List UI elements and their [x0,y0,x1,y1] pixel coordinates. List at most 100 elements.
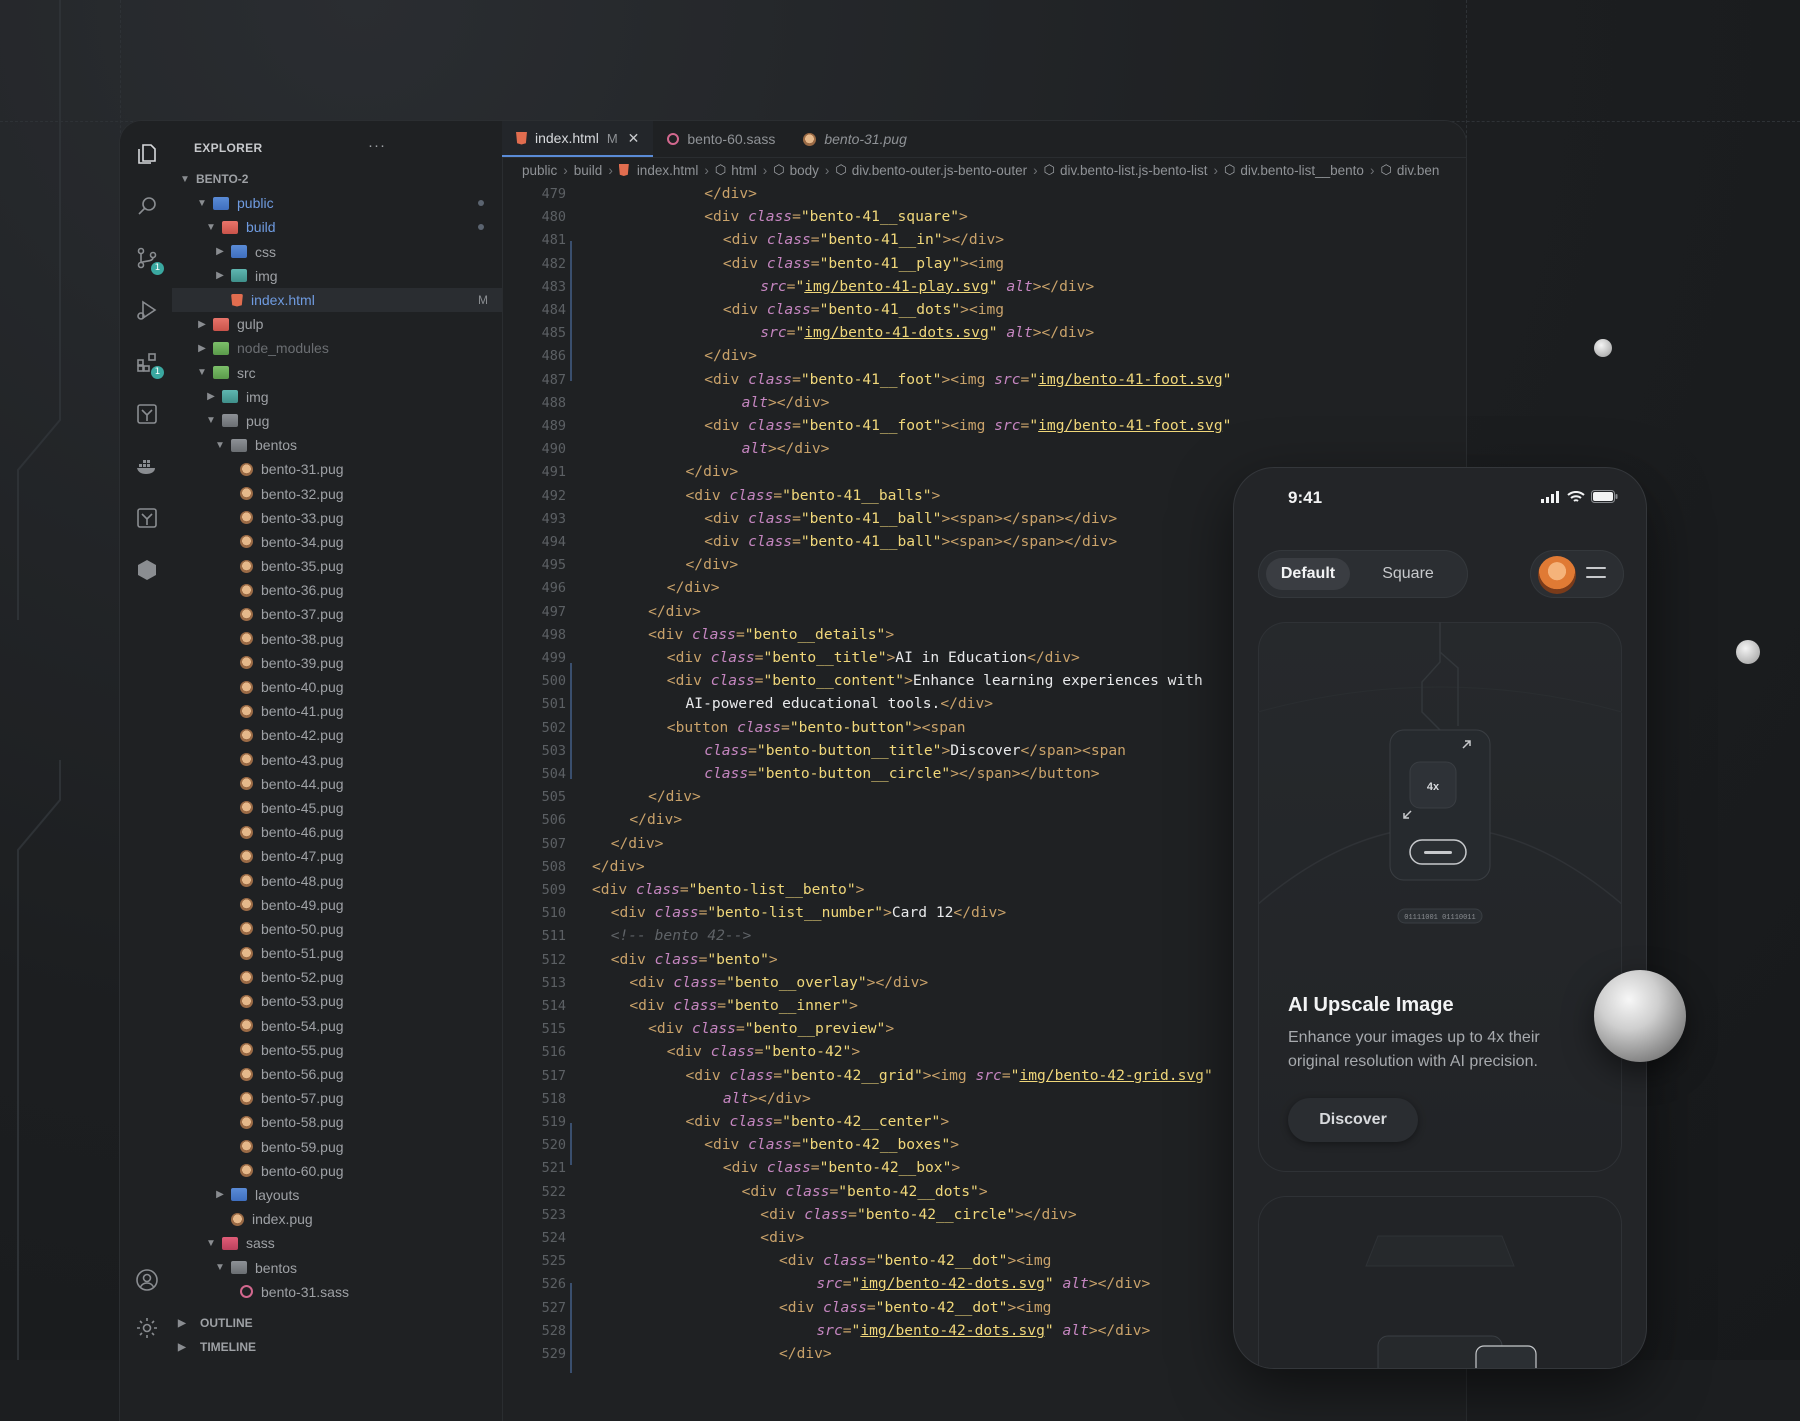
tree-file[interactable]: bento-35.pug [172,554,502,578]
tree-folder[interactable]: ▶ gulp [172,312,502,336]
tree-folder[interactable]: ▼ pug [172,409,502,433]
account-icon[interactable] [134,1267,160,1293]
breadcrumb-item[interactable]: html [731,163,757,178]
tree-item-label: public [237,195,274,212]
tree-file[interactable]: bento-48.pug [172,868,502,892]
breadcrumb-item[interactable]: body [790,163,819,178]
tree-file[interactable]: bento-37.pug [172,602,502,626]
tree-file[interactable]: bento-46.pug [172,820,502,844]
tree-folder[interactable]: ▼ build [172,215,502,239]
run-debug-icon[interactable] [134,297,160,323]
editor-tab[interactable]: bento-60.sass [653,121,789,157]
git-graph-icon[interactable] [134,401,160,427]
settings-gear-icon[interactable] [134,1315,160,1341]
card-description: Enhance your images up to 4x their origi… [1288,1029,1540,1070]
source-control-icon[interactable]: 1 [134,245,164,275]
avatar[interactable] [1538,556,1576,594]
tree-file[interactable]: bento-31.sass [172,1280,502,1304]
line-number: 481 [541,232,566,249]
tree-folder[interactable]: ▶ css [172,240,502,264]
tree-file[interactable]: bento-54.pug [172,1014,502,1038]
tree-folder[interactable]: ▼ public [172,191,502,215]
profile-menu[interactable] [1530,550,1624,598]
tree-folder[interactable]: ▶ img [172,385,502,409]
tree-file[interactable]: bento-33.pug [172,506,502,530]
code-token: = [866,1252,876,1270]
code-line: src="img/bento-42-dots.svg" alt></div> [816,1275,1150,1292]
tree-file[interactable]: bento-59.pug [172,1135,502,1159]
files-icon[interactable] [134,141,160,167]
tree-file[interactable]: bento-40.pug [172,675,502,699]
search-icon[interactable] [134,193,160,219]
pug-file-icon [240,874,253,888]
line-number: 514 [541,998,566,1014]
tree-file[interactable]: bento-42.pug [172,723,502,747]
tree-file[interactable]: bento-53.pug [172,989,502,1013]
tree-folder[interactable]: ▼ bentos [172,433,502,457]
breadcrumb-item[interactable]: div.bento-list__bento [1240,163,1364,178]
tree-folder[interactable]: ▼ bentos [172,1255,502,1279]
tree-file[interactable]: bento-36.pug [172,578,502,602]
timeline-section[interactable]: ▶ TIMELINE [172,1337,502,1357]
breadcrumb-item[interactable]: div.bento-list.js-bento-list [1060,163,1208,178]
close-icon[interactable]: ✕ [628,130,640,147]
tree-folder[interactable]: ▶ layouts [172,1183,502,1207]
code-token: class [729,1113,774,1130]
square-toggle-button[interactable]: Square [1362,558,1454,590]
tree-file[interactable]: bento-50.pug [172,917,502,941]
discover-button[interactable]: Discover [1288,1098,1418,1142]
tree-file[interactable]: bento-52.pug [172,965,502,989]
tree-file[interactable]: bento-44.pug [172,772,502,796]
tree-file[interactable]: bento-31.pug [172,457,502,481]
pug-file-icon [240,607,253,621]
code-token: Discover [950,741,1021,759]
code-token: src [760,324,787,342]
tree-file[interactable]: bento-38.pug [172,627,502,651]
tree-file[interactable]: bento-49.pug [172,893,502,917]
breadcrumb-item[interactable]: build [574,163,603,178]
tree-folder[interactable]: ▼ sass [172,1231,502,1255]
tree-folder[interactable]: ▶ img [172,264,502,288]
tree-file[interactable]: bento-41.pug [172,699,502,723]
tree-file[interactable]: bento-47.pug [172,844,502,868]
tree-file[interactable]: bento-45.pug [172,796,502,820]
tree-file[interactable]: index.html M [172,287,502,313]
breadcrumb-item[interactable]: public [522,163,557,178]
default-toggle-button[interactable]: Default [1266,558,1350,590]
tree-item-label: bento-44.pug [261,775,344,792]
line-number: 495 [541,557,566,574]
code-token: </div> [648,788,701,806]
code-line: <div class="bento__details"> [648,626,894,643]
code-token: ><span></span></div> [941,533,1118,550]
workspace-root[interactable]: ▼ BENTO-2 [172,167,502,191]
tree-file[interactable]: bento-56.pug [172,1062,502,1086]
more-actions-button[interactable]: ··· [368,137,386,154]
tree-file[interactable]: bento-60.pug [172,1159,502,1183]
tree-folder[interactable]: ▶ node_modules [172,336,502,360]
tree-file[interactable]: index.pug [172,1207,502,1231]
tree-folder[interactable]: ▼ src [172,361,502,385]
tree-file[interactable]: bento-55.pug [172,1038,502,1062]
tree-file[interactable]: bento-51.pug [172,941,502,965]
tree-file[interactable]: bento-32.pug [172,481,502,505]
code-line: src="img/bento-42-dots.svg" alt></div> [816,1322,1150,1339]
breadcrumb-item[interactable]: div.bento-outer.js-bento-outer [852,163,1027,178]
hexagon-icon[interactable] [134,557,160,583]
docker-icon[interactable] [134,453,160,479]
tree-file[interactable]: bento-39.pug [172,651,502,675]
breadcrumb-item[interactable]: div.ben [1397,163,1440,178]
tree-file[interactable]: bento-34.pug [172,530,502,554]
breadcrumb-item[interactable]: index.html [637,163,699,178]
scale-badge: 4x [1427,781,1440,793]
tree-file[interactable]: bento-43.pug [172,748,502,772]
menu-icon[interactable] [1586,567,1606,585]
remote-icon[interactable] [134,505,160,531]
folder-icon [231,1188,247,1202]
editor-tab[interactable]: index.html M ✕ [502,121,654,157]
tree-file[interactable]: bento-58.pug [172,1110,502,1134]
editor-tab[interactable]: bento-31.pug [789,121,921,157]
tree-file[interactable]: bento-57.pug [172,1086,502,1110]
outline-section[interactable]: ▶ OUTLINE [172,1313,502,1333]
extensions-icon[interactable]: 1 [134,349,164,379]
folder-icon [213,317,229,331]
